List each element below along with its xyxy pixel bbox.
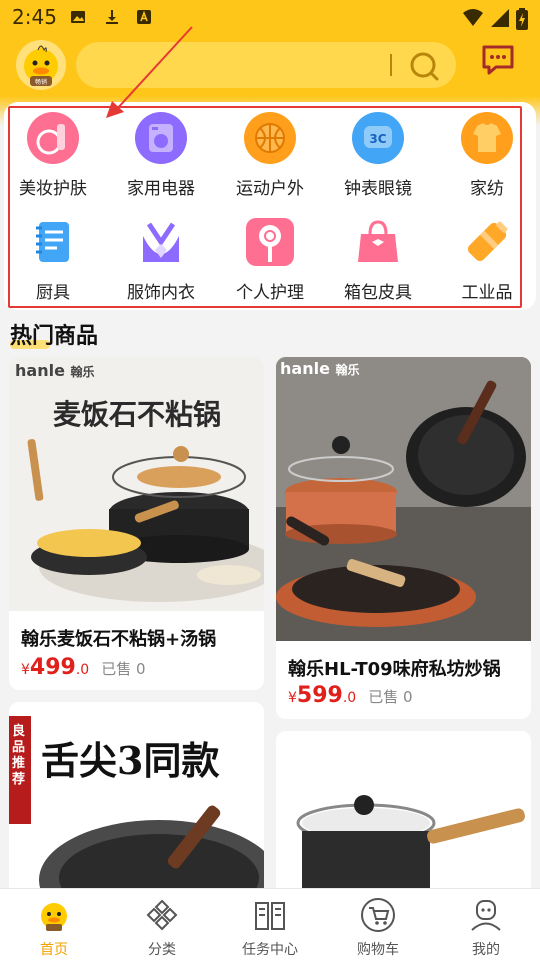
cart-icon [361,898,395,932]
price-currency: ¥ [288,690,297,706]
nav-category[interactable]: 分类 [117,897,207,959]
message-icon[interactable] [480,42,516,78]
nav-label: 我的 [472,942,500,958]
battery-icon [516,8,528,30]
download-icon [106,10,118,24]
sold-count: 已售 0 [368,688,413,706]
nav-label: 任务中心 [242,942,298,958]
duck-logo[interactable]: 畅销 [16,40,66,90]
status-bar: 2:45 [0,0,540,36]
product-card-2[interactable]: hanle 翰乐 翰乐HL-T09味府私坊炒锅 ¥599.0 已售 0 [276,357,531,719]
brand-latin-1: hanle [15,361,65,380]
bottom-nav: 首页 分类 任务中心 购物车 我的 [0,888,540,960]
nav-home[interactable]: 首页 [9,897,99,959]
a-icon [137,10,151,24]
product-side-text-3: 良品推荐 [12,724,26,787]
duck-logo-icon: 畅销 [24,45,58,86]
status-time: 2:45 [12,5,57,29]
search-input[interactable] [76,42,456,88]
price-row-2: ¥599.0 已售 0 [288,683,413,708]
book-icon [255,902,285,930]
product-image-4 [276,731,531,901]
nav-profile[interactable]: 我的 [441,897,531,959]
price-decimal: .0 [342,690,357,706]
price-row-1: ¥499.0 已售 0 [21,655,146,680]
product-banner-1: 麦饭石不粘锅 [53,398,222,431]
wifi-icon [463,9,483,26]
image-icon [71,11,85,23]
product-image-2 [276,357,531,641]
search-divider [390,54,392,76]
product-title-2: 翰乐HL-T09味府私坊炒锅 [288,659,501,680]
user-icon [471,900,501,931]
search-icon[interactable] [408,50,440,82]
top-header: 畅销 [0,36,540,100]
category-highlight-box [8,106,522,308]
product-card-3[interactable]: 良品推荐 舌尖3同款 [9,702,264,902]
sold-count: 已售 0 [101,660,146,678]
nav-cart[interactable]: 购物车 [333,897,423,959]
nav-label: 首页 [40,942,68,958]
price-currency: ¥ [21,662,30,678]
product-title-1: 翰乐麦饭石不粘锅+汤锅 [21,629,217,650]
signal-icon [491,9,509,27]
nav-label: 购物车 [357,942,399,958]
category-grid-icon [146,899,178,931]
product-card-1[interactable]: hanle 翰乐 麦饭石不粘锅 翰乐麦饭石不粘锅+汤锅 ¥499.0 已售 0 [9,357,264,690]
brand-cn-1: 翰乐 [70,365,95,379]
brand-latin-2: hanle [280,359,330,378]
hot-section-title: 热门商品 [10,324,99,349]
price-decimal: .0 [75,662,90,678]
nav-label: 分类 [148,942,176,958]
svg-text:畅销: 畅销 [35,78,47,86]
price-integer: 499 [29,655,76,680]
nav-tasks[interactable]: 任务中心 [225,897,315,959]
home-duck-icon [41,903,67,931]
price-integer: 599 [296,683,343,708]
brand-cn-2: 翰乐 [335,363,360,377]
product-card-4[interactable] [276,731,531,901]
product-banner-3: 舌尖3同款 [41,738,220,783]
